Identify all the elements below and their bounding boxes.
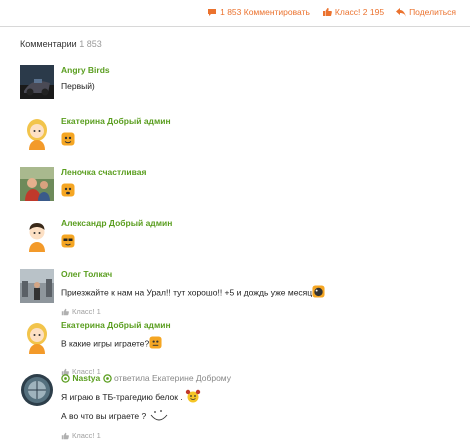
like-button-label: Класс! 2 195 [334, 7, 385, 17]
post-actions: 1 853 Комментировать Класс! 2 195 Подели… [195, 7, 456, 17]
comment-text: Приезжайте к нам на Урал!! тут хорошо!! … [61, 287, 313, 298]
comment-text-row: А во что вы играете ? [61, 408, 456, 425]
comment-author[interactable]: Екатерина Добрый админ [61, 320, 456, 330]
comment-sticker [61, 234, 456, 251]
avatar[interactable] [20, 269, 54, 303]
comment-text-row: Приезжайте к нам на Урал!! тут хорошо!! … [61, 285, 456, 301]
comment-text-row: В какие игры играете? [61, 336, 456, 352]
comment-sticker [61, 183, 456, 200]
like-icon [322, 7, 332, 17]
sticker-icon [149, 336, 162, 352]
comment-author[interactable]: Леночка счастливая [61, 167, 456, 177]
like-count-label: Класс! 1 [72, 431, 101, 440]
comment-body: Екатерина Добрый админ В какие игры игра… [61, 320, 456, 352]
comment-text-row: Я играю в ТБ-трагедию белок . [61, 389, 456, 406]
comment-button[interactable]: 1 853 Комментировать [207, 7, 310, 17]
badge-icon [102, 374, 112, 383]
comment-author-row: Nastya ответила Екатерине Доброму [61, 373, 456, 383]
comment-text-2: А во что вы играете ? [61, 411, 147, 421]
smiley-icon [185, 389, 201, 406]
comment-author[interactable]: Angry Birds [61, 65, 456, 75]
comment-body: Александр Добрый админ [61, 218, 456, 251]
sticker-icon [61, 183, 75, 200]
comment-author[interactable]: Александр Добрый админ [61, 218, 456, 228]
like-count[interactable]: Класс! 1 [61, 431, 456, 440]
sticker-icon [61, 234, 75, 251]
thumb-up-icon [61, 432, 69, 440]
badge-icon [61, 374, 70, 383]
avatar[interactable] [20, 167, 54, 201]
comment-author[interactable]: Nastya [72, 373, 100, 383]
smiley-icon [149, 408, 169, 425]
comment-sticker [61, 132, 456, 149]
comment-text: Я играю в ТБ-трагедию белок . [61, 392, 183, 402]
comment-author[interactable]: Екатерина Добрый админ [61, 116, 456, 126]
like-count[interactable]: Класс! 1 [61, 307, 101, 316]
comment-body: Олег Толкач Приезжайте к нам на Урал!! т… [61, 269, 456, 301]
comment-body: Nastya ответила Екатерине Доброму Я игра… [61, 373, 456, 440]
comment-author[interactable]: Олег Толкач [61, 269, 456, 279]
avatar[interactable] [20, 116, 54, 150]
share-button[interactable]: Поделиться [396, 7, 456, 17]
comment-body: Леночка счастливая [61, 167, 456, 200]
avatar[interactable] [20, 218, 54, 252]
avatar[interactable] [20, 373, 54, 407]
like-button[interactable]: Класс! 2 195 [322, 7, 384, 17]
sticker-icon [61, 132, 75, 149]
like-count-label: Класс! 1 [72, 307, 101, 316]
comment-icon [207, 8, 217, 17]
comment-body: Angry Birds Первый) [61, 65, 456, 92]
sticker-icon [312, 285, 325, 301]
comment-text: В какие игры играете? [61, 338, 150, 349]
post-toolbar: 1 853 Комментировать Класс! 2 195 Подели… [0, 0, 470, 27]
share-button-label: Поделиться [409, 7, 456, 17]
share-icon [396, 7, 407, 17]
comments-count: 1 853 [79, 39, 102, 49]
comment-body: Екатерина Добрый админ [61, 116, 456, 149]
comments-title: Комментарии [20, 39, 77, 49]
avatar[interactable] [20, 320, 54, 354]
avatar[interactable] [20, 65, 54, 99]
thumb-up-icon [61, 308, 69, 316]
comments-heading: Комментарии 1 853 [20, 39, 102, 49]
reply-to-label[interactable]: ответила Екатерине Доброму [114, 373, 231, 383]
comment-button-label: 1 853 Комментировать [220, 7, 310, 17]
comment-text: Первый) [61, 81, 95, 91]
